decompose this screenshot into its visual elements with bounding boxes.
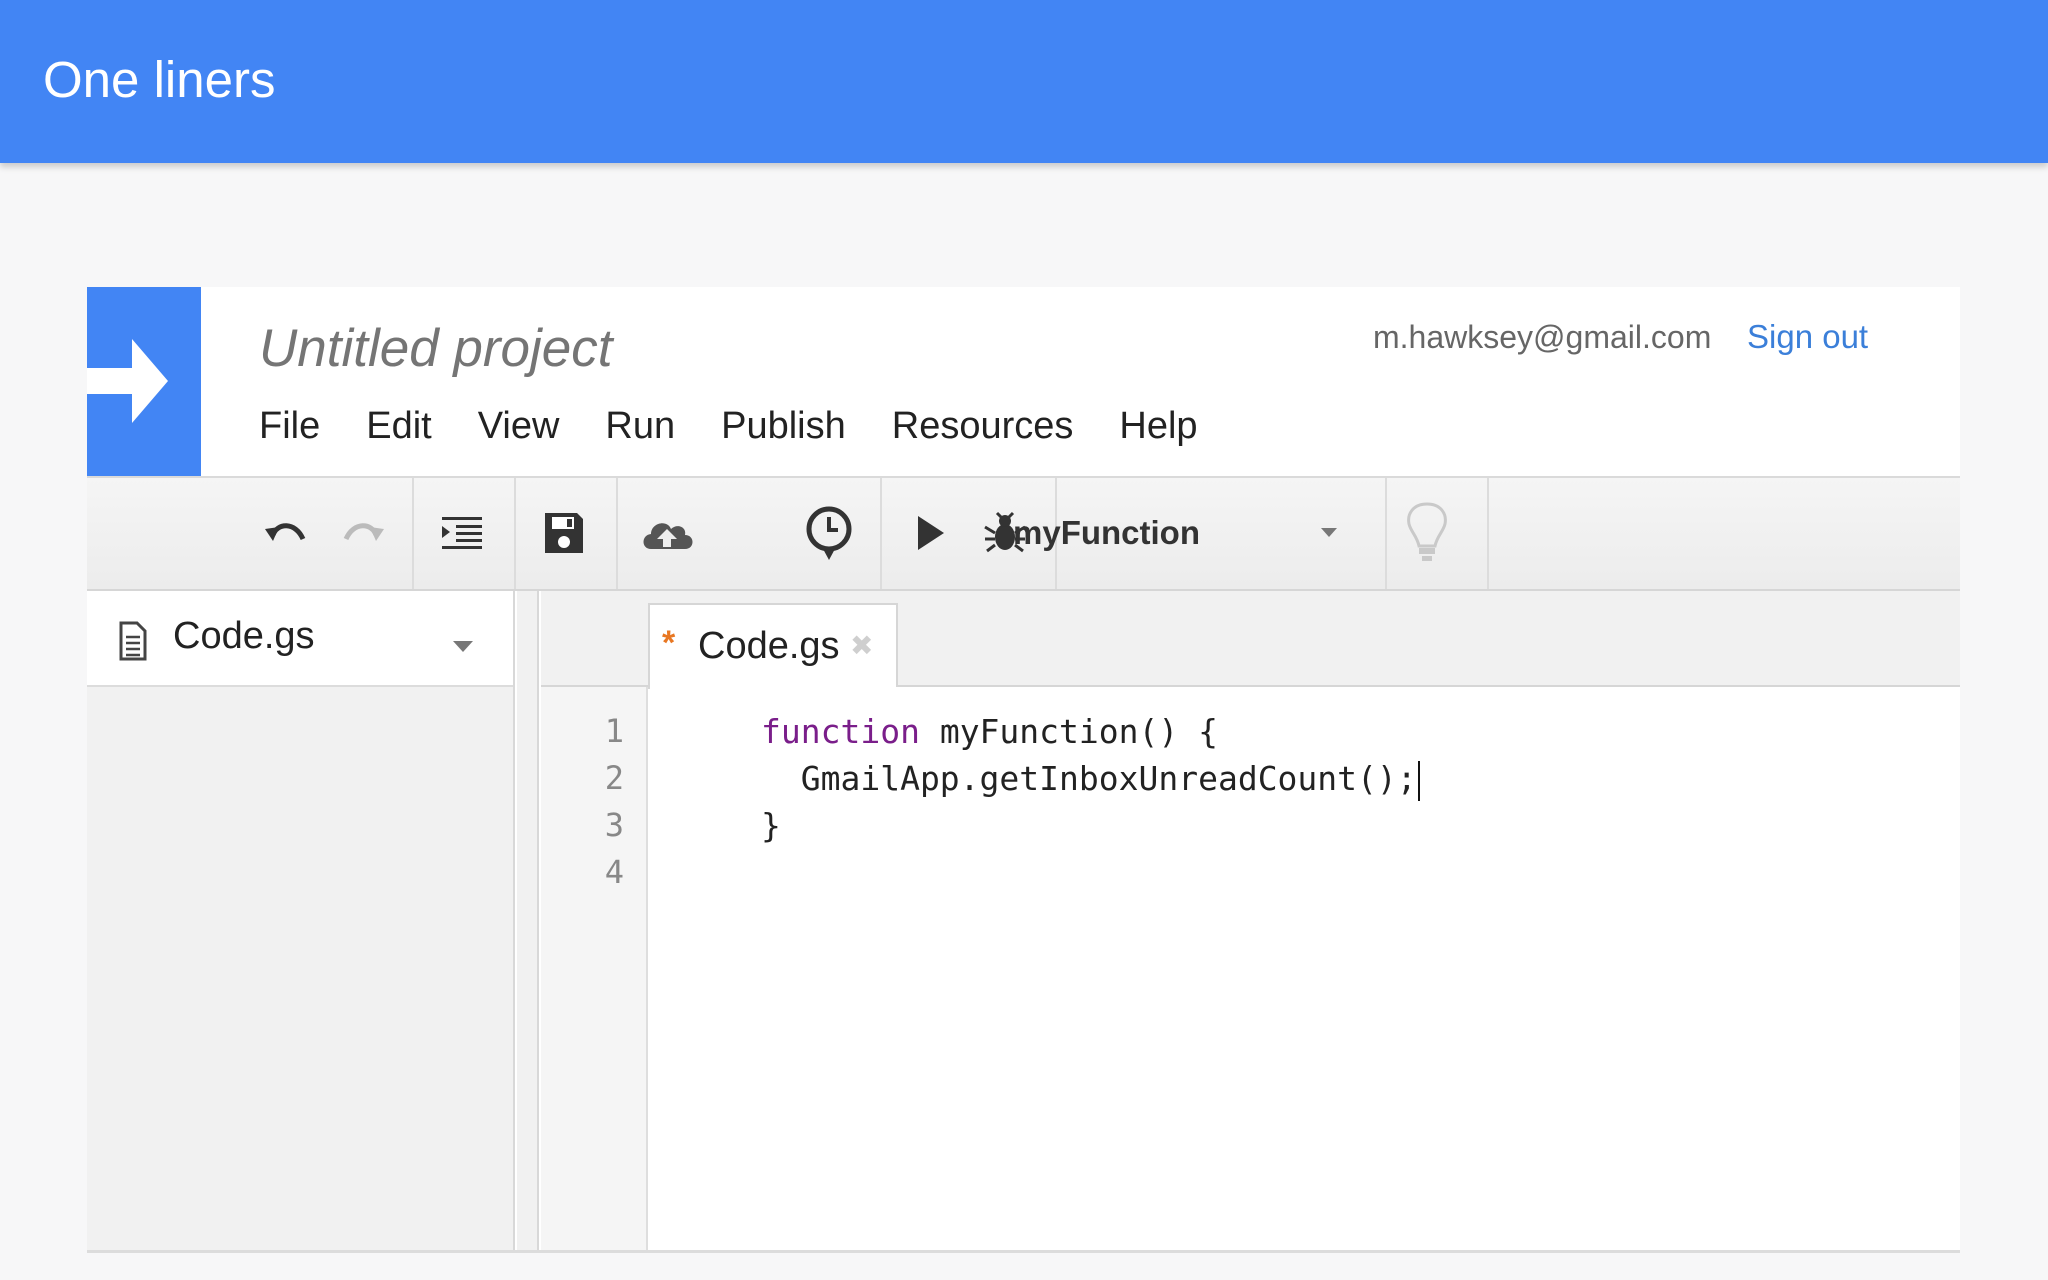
menu-help[interactable]: Help [1119,401,1197,451]
menu-file[interactable]: File [259,401,320,451]
modified-asterisk-icon: * [662,624,676,662]
toolbar-separator [1385,478,1387,589]
line-number: 3 [604,806,624,844]
triggers-button[interactable] [799,498,859,568]
deploy-button[interactable] [637,498,697,568]
run-play-icon [918,516,944,550]
undo-icon [265,523,306,541]
menu-view[interactable]: View [478,401,560,451]
text-caret [1417,760,1420,801]
indent-button[interactable] [432,498,492,568]
arrow-right-icon [87,339,168,423]
function-select-label: myFunction [1013,514,1200,551]
triggers-clock-icon [806,506,852,560]
toolbar-separator [616,478,618,589]
slide-title: One liners [43,51,276,108]
account-email: m.hawksey@gmail.com [1373,319,1712,355]
code-line: } [761,802,781,849]
code-text: GmailApp.getInboxUnreadCount(); [761,759,1417,798]
line-number: 1 [604,712,624,750]
lightbulb-button[interactable] [1397,498,1457,568]
bottom-divider [87,1250,1960,1253]
close-icon[interactable]: ✖ [850,629,873,663]
toolbar-separator [1487,478,1489,589]
save-icon [545,513,583,553]
chevron-down-icon[interactable] [453,641,473,652]
code-text: myFunction() { [919,712,1218,751]
code-text: } [761,806,781,845]
apps-script-logo[interactable] [87,287,201,476]
tab-label: Code.gs [698,625,840,667]
pane-divider[interactable] [517,591,539,1250]
file-item-code-gs[interactable]: Code.gs [87,591,513,687]
deploy-cloud-icon [643,523,693,549]
undo-button[interactable] [257,498,317,568]
slide-header: One liners [0,0,2048,163]
toolbar-separator [412,478,414,589]
apps-script-editor: Untitled project m.hawksey@gmail.com Sig… [87,287,1960,1250]
code-keyword: function [761,712,920,751]
tab-code-gs[interactable]: * Code.gs ✖ [648,603,898,689]
toolbar-separator [514,478,516,589]
function-select[interactable]: myFunction [957,498,1347,568]
redo-icon [343,523,384,541]
line-number: 2 [604,759,624,797]
tab-strip: * Code.gs ✖ [541,591,1960,689]
menu-run[interactable]: Run [605,401,675,451]
menu-publish[interactable]: Publish [721,401,846,451]
file-name: Code.gs [173,615,315,657]
file-sidebar: Code.gs [87,591,515,1250]
code-editor[interactable]: function myFunction() { GmailApp.getInbo… [650,687,1960,1250]
line-number-gutter: 1 2 3 4 [541,687,648,1250]
line-number: 4 [604,853,624,891]
toolbar-separator [880,478,882,589]
file-document-icon [119,621,147,661]
indent-icon [442,517,482,549]
menu-bar: File Edit View Run Publish Resources Hel… [259,401,1244,451]
project-title[interactable]: Untitled project [259,317,613,381]
code-line: GmailApp.getInboxUnreadCount(); [761,755,1420,802]
code-line: function myFunction() { [761,708,1218,755]
sign-out-link[interactable]: Sign out [1747,317,1868,357]
lightbulb-icon [1407,502,1447,561]
save-button[interactable] [534,498,594,568]
menu-edit[interactable]: Edit [366,401,431,451]
menu-resources[interactable]: Resources [892,401,1074,451]
toolbar: myFunction [87,476,1960,591]
chevron-down-icon [1321,528,1337,537]
redo-button[interactable] [332,498,392,568]
run-button[interactable] [900,498,960,568]
